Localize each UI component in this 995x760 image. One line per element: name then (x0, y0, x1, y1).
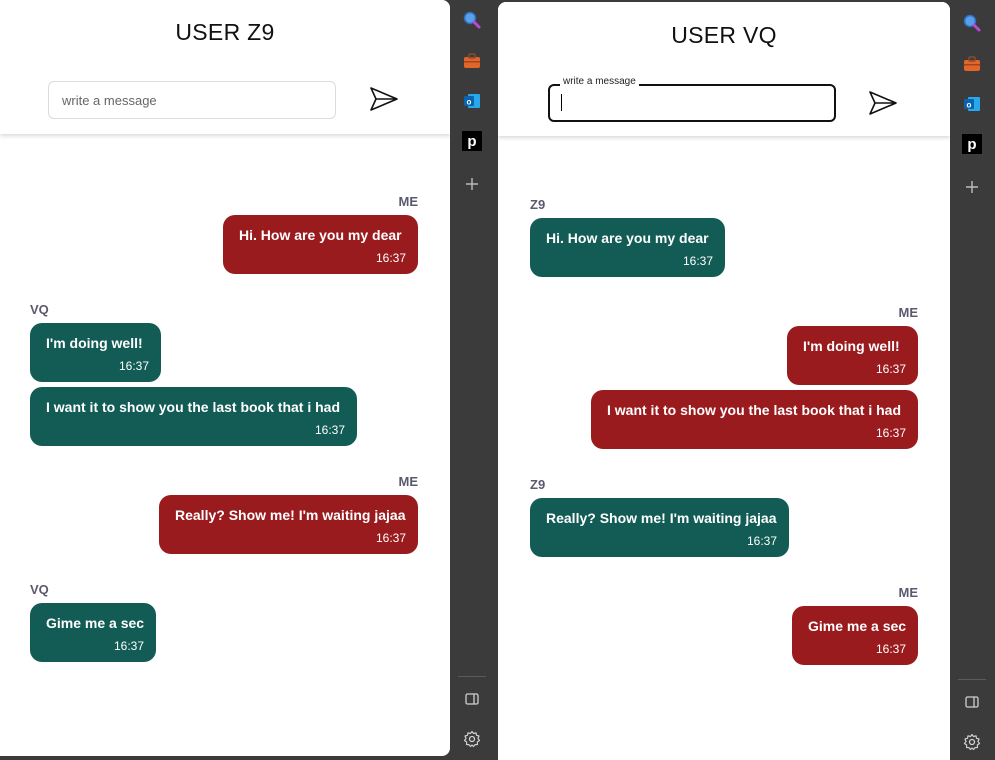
message-text: Really? Show me! I'm waiting jajaa (175, 507, 406, 523)
svg-text:p: p (467, 133, 476, 150)
message-time: 16:37 (682, 254, 713, 268)
message-text: I want it to show you the last book that… (607, 402, 902, 418)
message-text: I'm doing well! (46, 335, 143, 351)
message-text: Gime me a sec (808, 618, 907, 634)
message-input[interactable]: write a message (48, 81, 336, 119)
search-icon[interactable] (462, 10, 482, 30)
side-toolbar: o p (450, 0, 494, 760)
message-time: 16:37 (875, 426, 906, 440)
message-input[interactable]: write a message (548, 76, 836, 122)
svg-text:o: o (467, 98, 472, 107)
sender-label: ME (398, 194, 419, 209)
text-caret (561, 94, 562, 111)
sender-label: VQ (30, 582, 49, 597)
message-bubble: I want it to show you the last book that… (30, 387, 357, 446)
message-bubble: I want it to show you the last book that… (591, 390, 918, 449)
message-input-placeholder: write a message (62, 93, 157, 108)
svg-text:p: p (967, 136, 976, 153)
message-list: Z9 Hi. How are you my dear 16:37 ME I'm … (498, 136, 950, 760)
outlook-icon[interactable]: o (462, 91, 482, 111)
outlook-icon[interactable]: o (962, 94, 982, 114)
message-time: 16:37 (875, 362, 906, 376)
pinterest-icon[interactable]: p (462, 131, 482, 151)
message-input-label: write a message (560, 76, 639, 87)
chat-header: USER VQ write a message (498, 2, 950, 136)
message-text: I'm doing well! (803, 338, 900, 354)
message-bubble: I'm doing well! 16:37 (787, 326, 918, 385)
send-button[interactable] (368, 83, 400, 115)
side-toolbar: o p (950, 0, 994, 760)
message-time: 16:37 (118, 359, 149, 373)
chat-window-user-z9: USER Z9 write a message ME Hi. How are y… (0, 0, 497, 760)
message-bubble: Gime me a sec 16:37 (792, 606, 918, 665)
sender-label: Z9 (530, 197, 546, 212)
chat-header: USER Z9 write a message (0, 0, 450, 134)
sender-label: ME (898, 585, 919, 600)
sender-label: Z9 (530, 477, 546, 492)
svg-text:o: o (967, 101, 972, 110)
message-bubble: Gime me a sec 16:37 (30, 603, 156, 662)
message-bubble: Really? Show me! I'm waiting jajaa 16:37 (530, 498, 789, 557)
pinterest-icon[interactable]: p (962, 134, 982, 154)
message-text: Hi. How are you my dear (239, 227, 402, 243)
settings-icon[interactable] (462, 729, 482, 749)
message-time: 16:37 (375, 531, 406, 545)
sidebar-toggle-icon[interactable] (462, 689, 482, 709)
add-icon[interactable] (462, 174, 482, 194)
toolbox-icon[interactable] (962, 54, 982, 74)
message-time: 16:37 (875, 642, 906, 656)
message-time: 16:37 (375, 251, 406, 265)
chat-title: USER VQ (671, 22, 777, 48)
message-bubble: Hi. How are you my dear 16:37 (530, 218, 725, 277)
chat-panel: USER VQ write a message Z9 Hi. How are y… (498, 2, 950, 760)
toolbox-icon[interactable] (462, 51, 482, 71)
message-list: ME Hi. How are you my dear 16:37 VQ I'm … (0, 134, 450, 756)
sender-label: ME (898, 305, 919, 320)
message-text: Really? Show me! I'm waiting jajaa (546, 510, 777, 526)
search-icon[interactable] (962, 13, 982, 33)
message-time: 16:37 (113, 639, 144, 653)
chat-panel: USER Z9 write a message ME Hi. How are y… (0, 0, 450, 756)
settings-icon[interactable] (962, 732, 982, 752)
sidebar-toggle-icon[interactable] (962, 692, 982, 712)
message-bubble: Hi. How are you my dear 16:37 (223, 215, 418, 274)
chat-window-user-vq: USER VQ write a message Z9 Hi. How are y… (497, 0, 995, 760)
message-time: 16:37 (746, 534, 777, 548)
send-icon (370, 87, 398, 111)
sender-label: VQ (30, 302, 49, 317)
chat-title: USER Z9 (175, 19, 275, 45)
sender-label: ME (398, 474, 419, 489)
message-bubble: I'm doing well! 16:37 (30, 323, 161, 382)
message-time: 16:37 (314, 423, 345, 437)
message-text: I want it to show you the last book that… (46, 399, 341, 415)
message-text: Hi. How are you my dear (546, 230, 709, 246)
send-button[interactable] (867, 87, 899, 119)
message-bubble: Really? Show me! I'm waiting jajaa 16:37 (159, 495, 418, 554)
toolbar-divider (458, 676, 486, 677)
add-icon[interactable] (962, 177, 982, 197)
send-icon (869, 91, 897, 115)
toolbar-divider (958, 679, 986, 680)
message-text: Gime me a sec (46, 615, 145, 631)
